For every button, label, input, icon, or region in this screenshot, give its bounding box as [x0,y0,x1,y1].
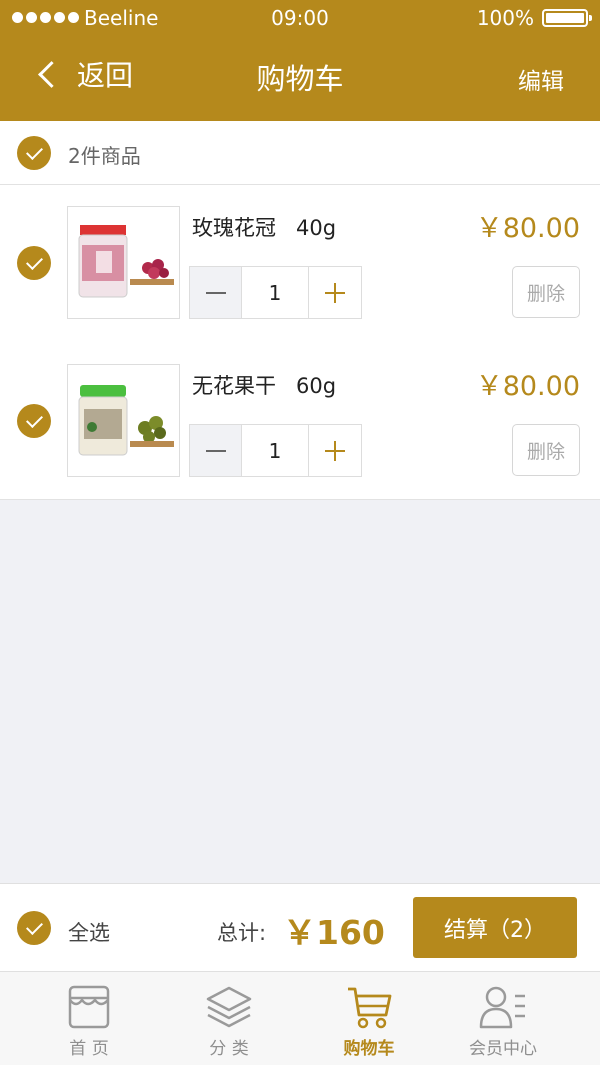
battery-icon [542,9,592,27]
delete-item-button[interactable]: 删除 [512,266,580,318]
edit-button[interactable]: 编辑 [518,62,564,96]
page-title: 购物车 [256,62,344,96]
quantity-stepper: 1 [189,266,362,319]
total-label: 总计: [217,921,267,945]
cart-icon [348,987,392,1029]
total-amount: ￥160 [283,913,385,952]
store-icon [68,985,110,1029]
product-price: ￥80.00 [475,371,580,402]
tab-member[interactable]: 会员中心 [428,972,578,1065]
select-all-checkbox[interactable] [17,911,51,945]
delete-item-button[interactable]: 删除 [512,424,580,476]
quantity-stepper: 1 [189,424,362,477]
product-price: ￥80.00 [475,213,580,244]
product-name[interactable]: 玫瑰花冠 40g [192,212,336,242]
tab-home-label: 首 页 [69,1039,109,1059]
tab-cart-label: 购物车 [343,1039,395,1059]
app-header: Beeline 09:00 100% 返回 购物车 编辑 [0,0,600,121]
status-bar: Beeline 09:00 100% [0,0,600,36]
tab-category-label: 分 类 [209,1039,249,1059]
item-count-label: 2件商品 [68,144,141,168]
checkout-button[interactable]: 结算（2） [413,897,577,958]
item-checkbox[interactable] [17,404,51,438]
item-checkbox[interactable] [17,246,51,280]
product-name[interactable]: 无花果干 60g [192,370,336,400]
tab-bar: 首 页 分 类 购物车 会员中心 [0,972,600,1065]
cart-item-list: 玫瑰花冠 40g ￥80.00 1 删除 无花果干 60g ￥80.00 1 删… [0,185,600,500]
tab-member-label: 会员中心 [469,1039,537,1059]
select-all-items-checkbox[interactable] [17,136,51,170]
cart-item: 玫瑰花冠 40g ￥80.00 1 删除 [0,185,600,343]
cart-item: 无花果干 60g ￥80.00 1 删除 [0,343,600,501]
checkout-bar: 全选 总计: ￥160 结算（2） [0,883,600,972]
decrease-quantity-button[interactable] [190,267,242,318]
tab-home[interactable]: 首 页 [14,972,164,1065]
tab-cart[interactable]: 购物车 [294,972,444,1065]
increase-quantity-button[interactable] [309,267,361,318]
tab-category[interactable]: 分 类 [154,972,304,1065]
product-image[interactable] [67,364,180,477]
product-image[interactable] [67,206,180,319]
increase-quantity-button[interactable] [309,425,361,476]
quantity-value: 1 [242,425,309,476]
select-all-label[interactable]: 全选 [68,917,110,947]
layers-icon [206,986,252,1028]
battery-percent: 100% [476,6,534,30]
user-list-icon [479,986,525,1029]
decrease-quantity-button[interactable] [190,425,242,476]
quantity-value: 1 [242,267,309,318]
cart-header-row: 2件商品 [0,121,600,185]
